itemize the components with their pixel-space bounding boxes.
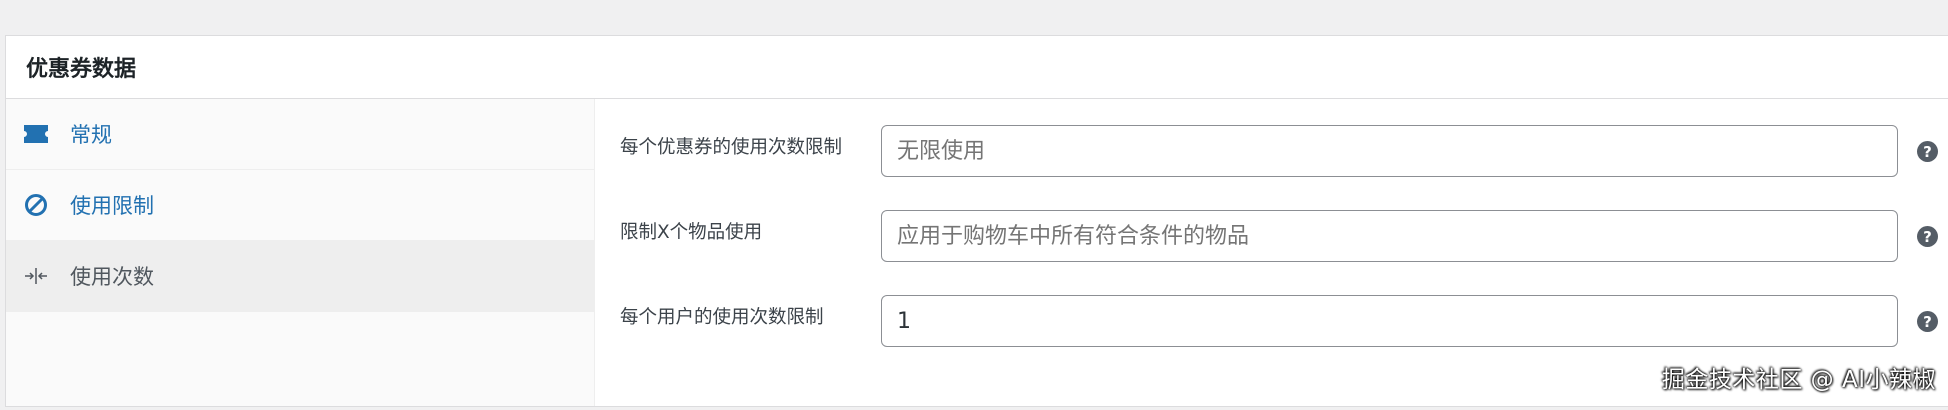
tab-usage-limits-label: 使用次数 [70,265,154,289]
arrows-inward-icon [22,262,50,290]
tab-general-label: 常规 [70,123,112,147]
tab-general[interactable]: 常规 [6,99,594,170]
tab-usage-restriction[interactable]: 使用限制 [6,170,594,241]
panel-header: 优惠券数据 [6,36,1948,99]
ticket-icon [22,120,50,148]
usage-limit-per-coupon-input[interactable] [881,125,1898,177]
usage-limit-per-user-label: 每个用户的使用次数限制 [620,307,824,328]
limit-usage-to-x-items-input[interactable] [881,210,1898,262]
help-icon[interactable]: ? [1917,311,1938,332]
tab-usage-limits[interactable]: 使用次数 [6,241,594,312]
usage-limit-per-user-input[interactable] [881,295,1898,347]
usage-limit-per-coupon-label: 每个优惠券的使用次数限制 [620,137,843,158]
limit-usage-to-x-items-label: 限制X个物品使用 [620,222,763,243]
help-icon[interactable]: ? [1917,226,1938,247]
tab-usage-restriction-label: 使用限制 [70,194,154,218]
prohibit-icon [22,191,50,219]
help-icon[interactable]: ? [1917,141,1938,162]
watermark: 掘金技术社区 @ AI小辣椒 [1661,367,1936,393]
tab-list: 常规 使用限制 使用次数 [6,99,595,406]
usage-limit-fields: 每个优惠券的使用次数限制 ? 限制X个物品使用 ? 每个用户的使用次数限制 ? … [595,99,1948,406]
coupon-data-panel: 优惠券数据 常规 使用限制 使用次数 每个优惠券的使用次数限制 无限使用 ? 限… [5,35,1948,407]
panel-title: 优惠券数据 [26,57,137,82]
panel-body: 常规 使用限制 使用次数 每个优惠券的使用次数限制 无限使用 ? 限制X个物品使… [6,99,1948,406]
